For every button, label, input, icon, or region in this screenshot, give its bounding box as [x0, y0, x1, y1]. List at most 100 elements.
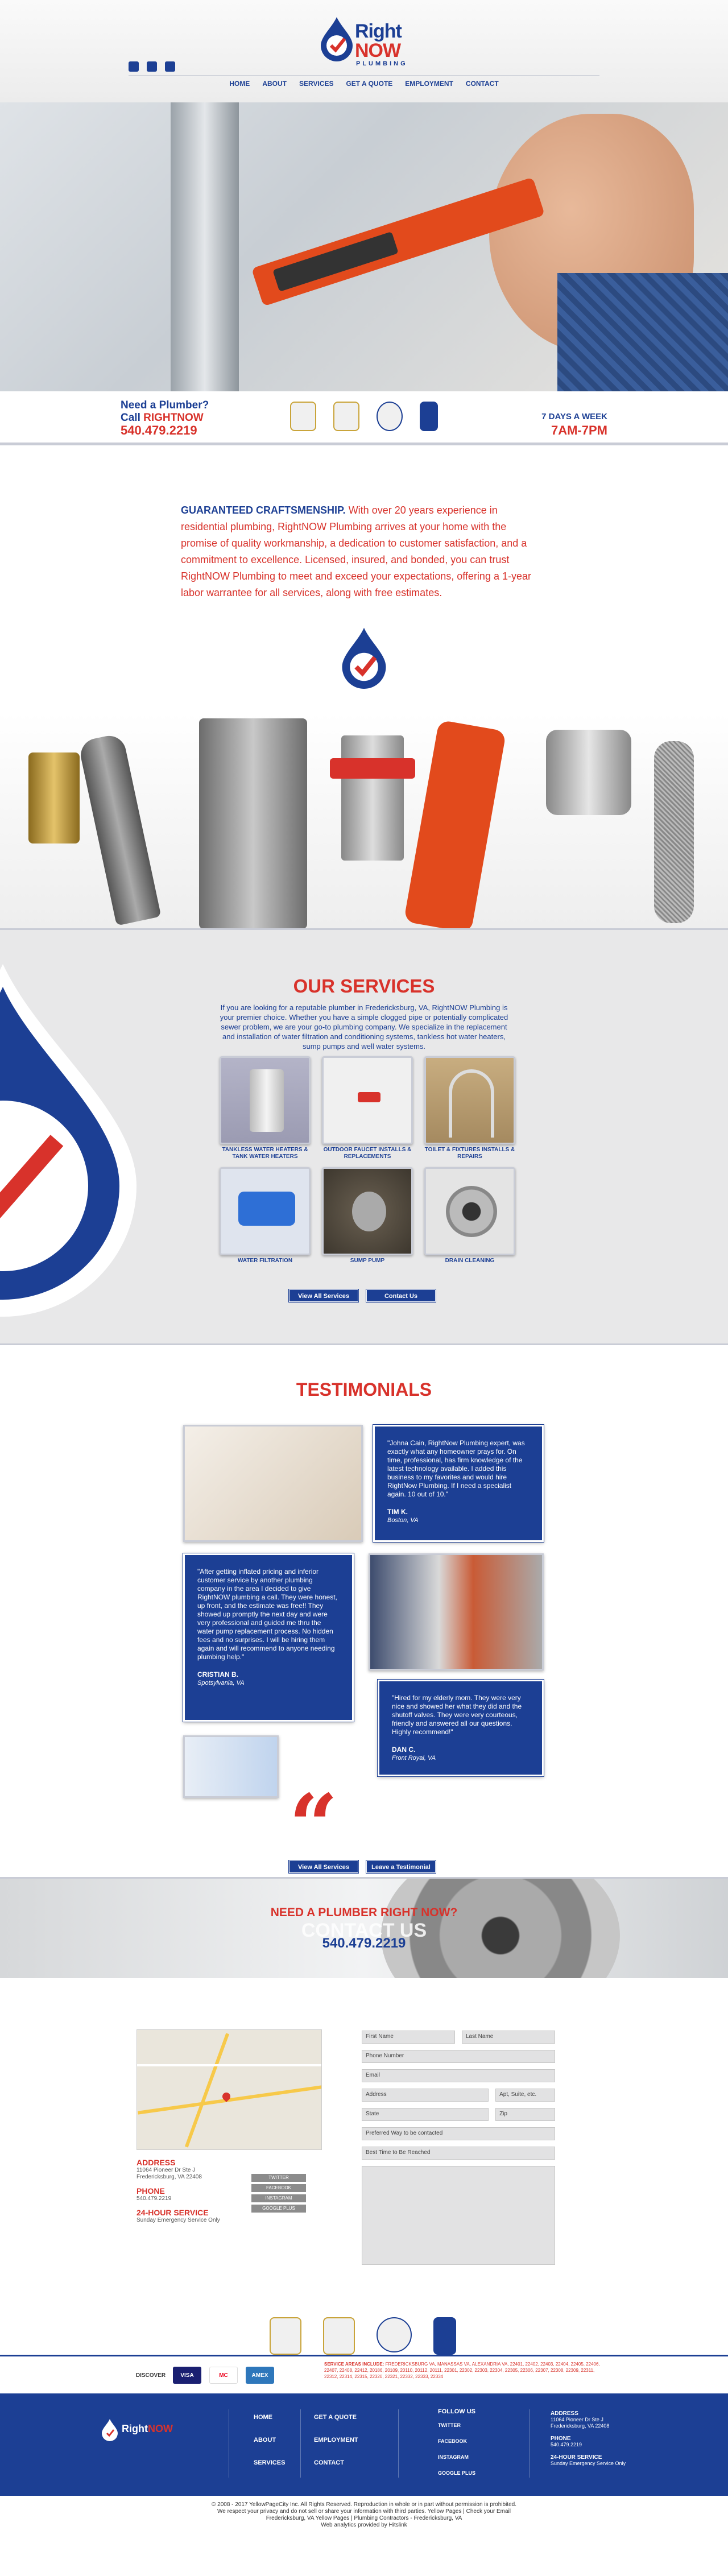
footer-nav-services[interactable]: SERVICES [254, 2451, 285, 2474]
nav-contact[interactable]: CONTACT [466, 80, 499, 88]
nav-services[interactable]: SERVICES [299, 80, 333, 88]
service-label: DRAIN CLEANING [445, 1258, 495, 1264]
twitter-icon[interactable] [129, 61, 139, 72]
testimonials-view-all-button[interactable]: View All Services [289, 1860, 358, 1873]
nav-get-a-quote[interactable]: GET A QUOTE [346, 80, 392, 88]
service-image-fixture [424, 1056, 515, 1144]
footer-nav-contact[interactable]: CONTACT [314, 2451, 358, 2474]
nav-home[interactable]: HOME [229, 80, 250, 88]
service-card[interactable]: TOILET & FIXTURES INSTALLS & REPAIRS [424, 1056, 515, 1161]
service-card[interactable]: DRAIN CLEANING [424, 1167, 515, 1272]
first-name-field[interactable]: First Name [362, 2031, 455, 2044]
footer-nav-employment[interactable]: EMPLOYMENT [314, 2429, 358, 2451]
service-image-drain [424, 1167, 515, 1255]
nav-employment[interactable]: EMPLOYMENT [405, 80, 453, 88]
footer-nav-col2: GET A QUOTE EMPLOYMENT CONTACT [314, 2406, 358, 2474]
footer-instagram-link[interactable]: INSTAGRAM [438, 2449, 475, 2465]
instagram-icon[interactable] [165, 61, 175, 72]
call-prefix: Call [121, 412, 144, 424]
banner-phone[interactable]: 540.479.2219 [0, 1936, 728, 1951]
footer-nav-about[interactable]: ABOUT [254, 2429, 285, 2451]
testimonial-author: DAN C. [392, 1746, 416, 1754]
service-image-faucet [322, 1056, 413, 1144]
preferred-contact-field[interactable]: Preferred Way to be contacted [362, 2127, 555, 2140]
best-time-field[interactable]: Best Time to Be Reached [362, 2147, 555, 2160]
legal-footer: © 2008 - 2017 YellowPageCity Inc. All Ri… [0, 2496, 728, 2542]
testimonial-card: "Hired for my elderly mom. They were ver… [378, 1680, 544, 1776]
pipe-wrench [403, 720, 507, 933]
testimonial-text: "After getting inflated pricing and infe… [197, 1568, 337, 1661]
phone-field[interactable]: Phone Number [362, 2050, 555, 2063]
amex-card-icon: AMEX [246, 2367, 274, 2384]
footer-twitter-link[interactable]: TWITTER [438, 2417, 475, 2433]
footer-nav-quote[interactable]: GET A QUOTE [314, 2406, 358, 2429]
award-badges [290, 402, 438, 431]
visa-card-icon: VISA [173, 2367, 201, 2384]
testimonial-author: CRISTIAN B. [197, 1671, 238, 1678]
facebook-button[interactable]: Facebook [251, 2184, 306, 2192]
footer-service-heading: 24-HOUR SERVICE [551, 2454, 602, 2461]
payment-cards: DISCOVER VISA MC AMEX [136, 2367, 274, 2384]
quote-icon: “ [289, 1776, 338, 1876]
strip-phone[interactable]: 540.479.2219 [121, 423, 197, 438]
address-field[interactable]: Address [362, 2089, 489, 2102]
services-grid: TANKLESS WATER HEATERS & TANK WATER HEAT… [220, 1056, 515, 1272]
nav-about[interactable]: ABOUT [262, 80, 287, 88]
tee-fitting [546, 730, 631, 815]
map-road [184, 2033, 230, 2148]
message-field[interactable] [362, 2166, 555, 2265]
state-field[interactable]: State [362, 2108, 489, 2121]
need-plumber-text: Need a Plumber? Call RIGHTNOW [121, 399, 209, 424]
logo-text-now: NOW [355, 40, 401, 61]
services-section: OUR SERVICES If you are looking for a re… [0, 928, 728, 1343]
service-label: TANKLESS WATER HEATERS & TANK WATER HEAT… [222, 1147, 308, 1160]
craftsmanship-section: GUARANTEED CRAFTSMENSHIP. With over 20 y… [0, 444, 728, 933]
service-card[interactable]: TANKLESS WATER HEATERS & TANK WATER HEAT… [220, 1056, 311, 1161]
footer-google-plus-link[interactable]: GOOGLE PLUS [438, 2465, 475, 2481]
instagram-button[interactable]: Instagram [251, 2194, 306, 2202]
footer-phone[interactable]: 540.479.2219 [551, 2442, 626, 2448]
service-card[interactable]: WATER FILTRATION [220, 1167, 311, 1272]
testimonial-text: "Hired for my elderly mom. They were ver… [392, 1694, 522, 1736]
testimonial-image-plumber [183, 1425, 363, 1542]
services-title: OUR SERVICES [293, 975, 435, 997]
need-plumber-label: Need a Plumber? [121, 399, 209, 411]
twitter-button[interactable]: Twitter [251, 2174, 306, 2182]
footer-logo[interactable]: RightNOW [100, 2418, 173, 2441]
view-all-services-button[interactable]: View All Services [289, 1289, 358, 1302]
address-city: Fredericksburg, VA 22408 [136, 2174, 202, 2180]
zip-field[interactable]: Zip [495, 2108, 555, 2121]
email-field[interactable]: Email [362, 2069, 555, 2082]
apt-field[interactable]: Apt, Suite, etc. [495, 2089, 555, 2102]
footer-divider [300, 2409, 301, 2478]
phone-heading: PHONE [136, 2186, 165, 2195]
contact-us-button[interactable]: Contact Us [366, 1289, 436, 1302]
facebook-icon[interactable] [147, 61, 157, 72]
footer-nav-home[interactable]: HOME [254, 2406, 285, 2429]
footer-logo-right: Right [122, 2423, 148, 2434]
contact-phone[interactable]: 540.479.2219 [136, 2195, 220, 2202]
services-intro: If you are looking for a reputable plumb… [220, 1003, 508, 1051]
testimonial-card: "After getting inflated pricing and infe… [183, 1553, 354, 1722]
contact-banner: NEED A PLUMBER RIGHT NOW? CONTACT US 540… [0, 1877, 728, 1978]
follow-us-heading: FOLLOW US [438, 2408, 475, 2415]
header-divider [129, 75, 599, 76]
service-image-filtration [220, 1167, 311, 1255]
location-map[interactable] [136, 2029, 322, 2150]
mastercard-icon: MC [209, 2367, 238, 2384]
site-logo[interactable]: Right NOW PLUMBING [318, 16, 410, 67]
adjustable-wrench [77, 733, 162, 926]
footer-facebook-link[interactable]: FACEBOOK [438, 2433, 475, 2449]
map-road [137, 2064, 321, 2066]
service-card[interactable]: SUMP PUMP [322, 1167, 413, 1272]
leave-testimonial-button[interactable]: Leave a Testimonial [366, 1860, 436, 1873]
bbb-badge [420, 402, 438, 431]
footer-social: FOLLOW US TWITTER FACEBOOK INSTAGRAM GOO… [438, 2406, 475, 2481]
craftsmanship-lead: GUARANTEED CRAFTSMENSHIP. [181, 505, 346, 516]
service-card[interactable]: OUTDOOR FAUCET INSTALLS & REPLACEMENTS [322, 1056, 413, 1161]
banner-ask: NEED A PLUMBER RIGHT NOW? [270, 1906, 458, 1919]
google-plus-button[interactable]: Google Plus [251, 2205, 306, 2213]
footer-address1: 11064 Pioneer Dr Ste J [551, 2417, 603, 2422]
legal-line-4: Web analytics provided by Hitslink [321, 2522, 407, 2528]
last-name-field[interactable]: Last Name [462, 2031, 555, 2044]
